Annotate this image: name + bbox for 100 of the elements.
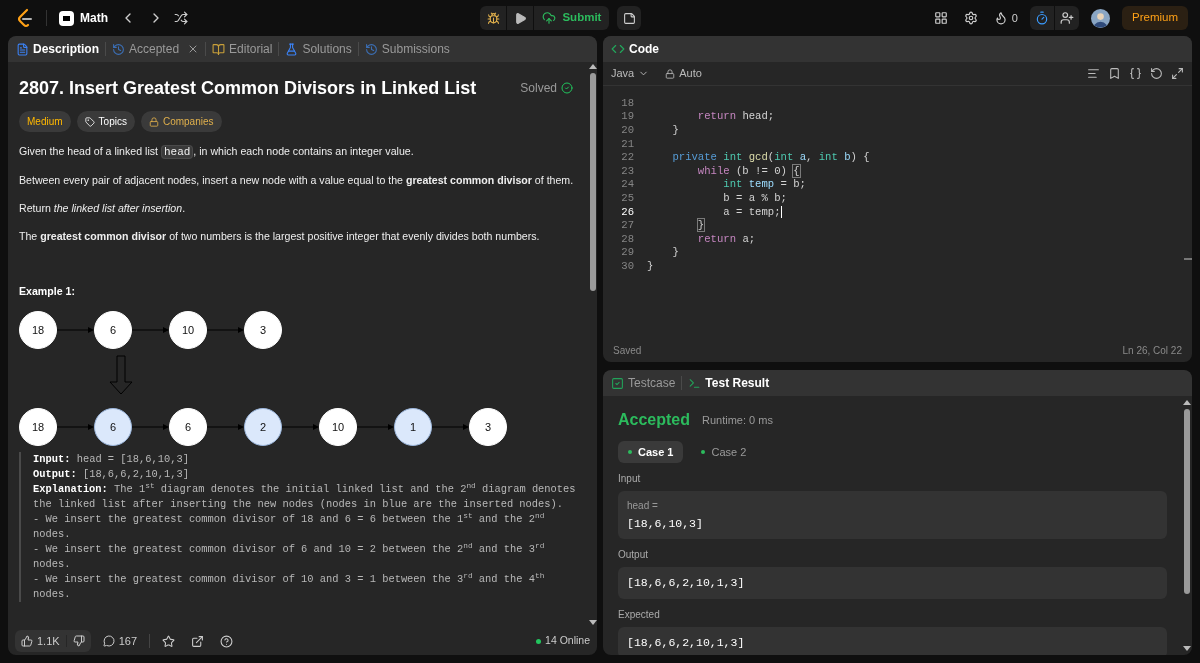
explanation-step-text: - We insert the greatest common divisor of 6 and 10 = 2 between the 2$^{nd}$ and the 3$^{rd}$ nodes. bbox=[33, 541, 546, 572]
down-arrow bbox=[109, 355, 133, 395]
code-token: return bbox=[697, 110, 736, 123]
cursor-position: Ln 26, Col 22 bbox=[1122, 343, 1182, 358]
language-select[interactable]: Java bbox=[611, 65, 650, 82]
line-number: 29 bbox=[620, 245, 634, 261]
history-icon bbox=[112, 42, 125, 56]
code-token: } bbox=[647, 260, 654, 272]
code-token: } bbox=[672, 124, 679, 137]
line-number: 19 bbox=[620, 109, 634, 125]
book-icon bbox=[212, 42, 226, 56]
panel-tab[interactable]: Accepted bbox=[112, 40, 200, 58]
cloud-upload-icon bbox=[542, 11, 557, 25]
line-number: 21 bbox=[620, 136, 634, 152]
problem-title: 2807. Insert Greatest Common Divisors in Linked List bbox=[19, 77, 477, 100]
code-token: int bbox=[818, 151, 838, 164]
submit-button[interactable]: Submit bbox=[534, 6, 610, 30]
panel-tab[interactable]: Submissions bbox=[364, 40, 450, 58]
add-user-icon bbox=[1060, 11, 1074, 25]
timer-button[interactable] bbox=[1030, 6, 1054, 30]
online-count: 14 Online bbox=[545, 633, 590, 649]
panel-tab[interactable]: Editorial bbox=[212, 40, 273, 58]
panel-tab[interactable]: Test Result bbox=[688, 374, 770, 392]
checkbox-icon bbox=[611, 376, 624, 390]
lock-icon bbox=[148, 116, 159, 127]
code-token: gcd bbox=[748, 151, 768, 164]
arrow bbox=[206, 326, 244, 333]
premium-button[interactable]: Premium bbox=[1122, 6, 1188, 30]
code-token: int bbox=[723, 151, 743, 164]
list-node: 10 bbox=[319, 407, 357, 446]
notes-button[interactable] bbox=[617, 6, 642, 30]
logo-icon[interactable] bbox=[16, 8, 34, 28]
list-node: 18 bbox=[19, 310, 57, 349]
run-button[interactable] bbox=[507, 6, 534, 30]
code-token: = b; bbox=[780, 178, 806, 191]
settings-icon bbox=[963, 11, 978, 25]
format-icon bbox=[1087, 67, 1100, 80]
arrow bbox=[56, 423, 94, 430]
star-icon bbox=[162, 634, 175, 648]
runtime: Runtime: 0 ms bbox=[702, 412, 773, 428]
example-heading: Example 1: bbox=[19, 284, 76, 299]
tag-button[interactable]: Companies bbox=[140, 111, 222, 132]
shuffle-icon bbox=[174, 11, 188, 25]
input-text: Input: head = [18,6,10,3] bbox=[33, 451, 190, 467]
problem-list-button[interactable]: Math bbox=[59, 9, 108, 27]
panel-tab[interactable]: Description bbox=[16, 40, 99, 58]
code-token: (b != 0) bbox=[736, 164, 788, 177]
timer-icon bbox=[1035, 11, 1049, 25]
arrow bbox=[131, 326, 169, 333]
code-token: { bbox=[793, 164, 800, 177]
braces-icon bbox=[1129, 67, 1142, 80]
bookmark-icon bbox=[1108, 67, 1121, 80]
code-token: , bbox=[806, 151, 814, 164]
history-icon bbox=[364, 42, 378, 56]
list-node: 2 bbox=[244, 407, 282, 446]
avatar[interactable] bbox=[1091, 8, 1110, 28]
line-number: 30 bbox=[620, 259, 634, 274]
add-user-button[interactable] bbox=[1055, 6, 1079, 30]
code-token: while bbox=[697, 164, 730, 177]
explanation-step-text: - We insert the greatest common divisor of 10 and 3 = 1 between the 3$^{rd}$ and the 4$^{th}$ nodes. bbox=[33, 571, 546, 602]
code-token: private bbox=[672, 151, 717, 164]
line-number: 24 bbox=[620, 177, 634, 193]
line-number: 28 bbox=[620, 231, 634, 247]
list-node: 6 bbox=[94, 310, 132, 349]
line-number: 23 bbox=[620, 163, 634, 179]
scrollbar[interactable] bbox=[1184, 258, 1192, 260]
line-number: 20 bbox=[620, 123, 634, 139]
description-text: Given the head of a linked list head , in which each node contains an integer value. bbox=[19, 144, 415, 160]
code-token: a; bbox=[742, 232, 756, 245]
code-token: int bbox=[723, 178, 743, 191]
reset-icon bbox=[1150, 67, 1163, 80]
description-text: The greatest common divisor of two numbers is the largest positive integer that evenly divides both numbers. bbox=[19, 229, 541, 244]
comments-button[interactable]: 167 bbox=[102, 632, 137, 650]
list-node: 1 bbox=[394, 407, 432, 446]
thumbs-up-icon bbox=[21, 635, 33, 647]
line-number: 22 bbox=[620, 150, 634, 166]
value-text: [18,6,6,2,10,1,3] bbox=[627, 575, 746, 592]
code-token: int bbox=[774, 151, 794, 164]
code-token: } bbox=[697, 219, 705, 232]
section-label: Expected bbox=[618, 607, 661, 622]
tag-button[interactable]: Topics bbox=[76, 111, 135, 132]
check-icon bbox=[561, 82, 573, 94]
code-token: temp bbox=[748, 178, 775, 191]
case-tab[interactable]: Case 1 bbox=[618, 441, 684, 463]
text-cursor bbox=[780, 205, 782, 218]
list-node: 6 bbox=[94, 407, 132, 446]
code-token: ( bbox=[767, 151, 775, 164]
thumbs-down-icon bbox=[72, 635, 85, 647]
note-icon bbox=[622, 11, 636, 25]
panel-title: Code bbox=[629, 41, 659, 58]
case-tab[interactable]: Case 2 bbox=[691, 441, 757, 463]
verdict: Accepted bbox=[618, 410, 691, 430]
debug-button[interactable] bbox=[480, 6, 507, 30]
description-text: Return the linked list after insertion. bbox=[19, 201, 187, 216]
arrow bbox=[356, 423, 394, 430]
comment-icon bbox=[102, 635, 115, 647]
arrow bbox=[431, 423, 469, 430]
streak-counter[interactable]: 0 bbox=[993, 9, 1018, 27]
panel-tab[interactable]: Testcase bbox=[611, 374, 676, 392]
panel-tab[interactable]: Solutions bbox=[285, 40, 352, 58]
